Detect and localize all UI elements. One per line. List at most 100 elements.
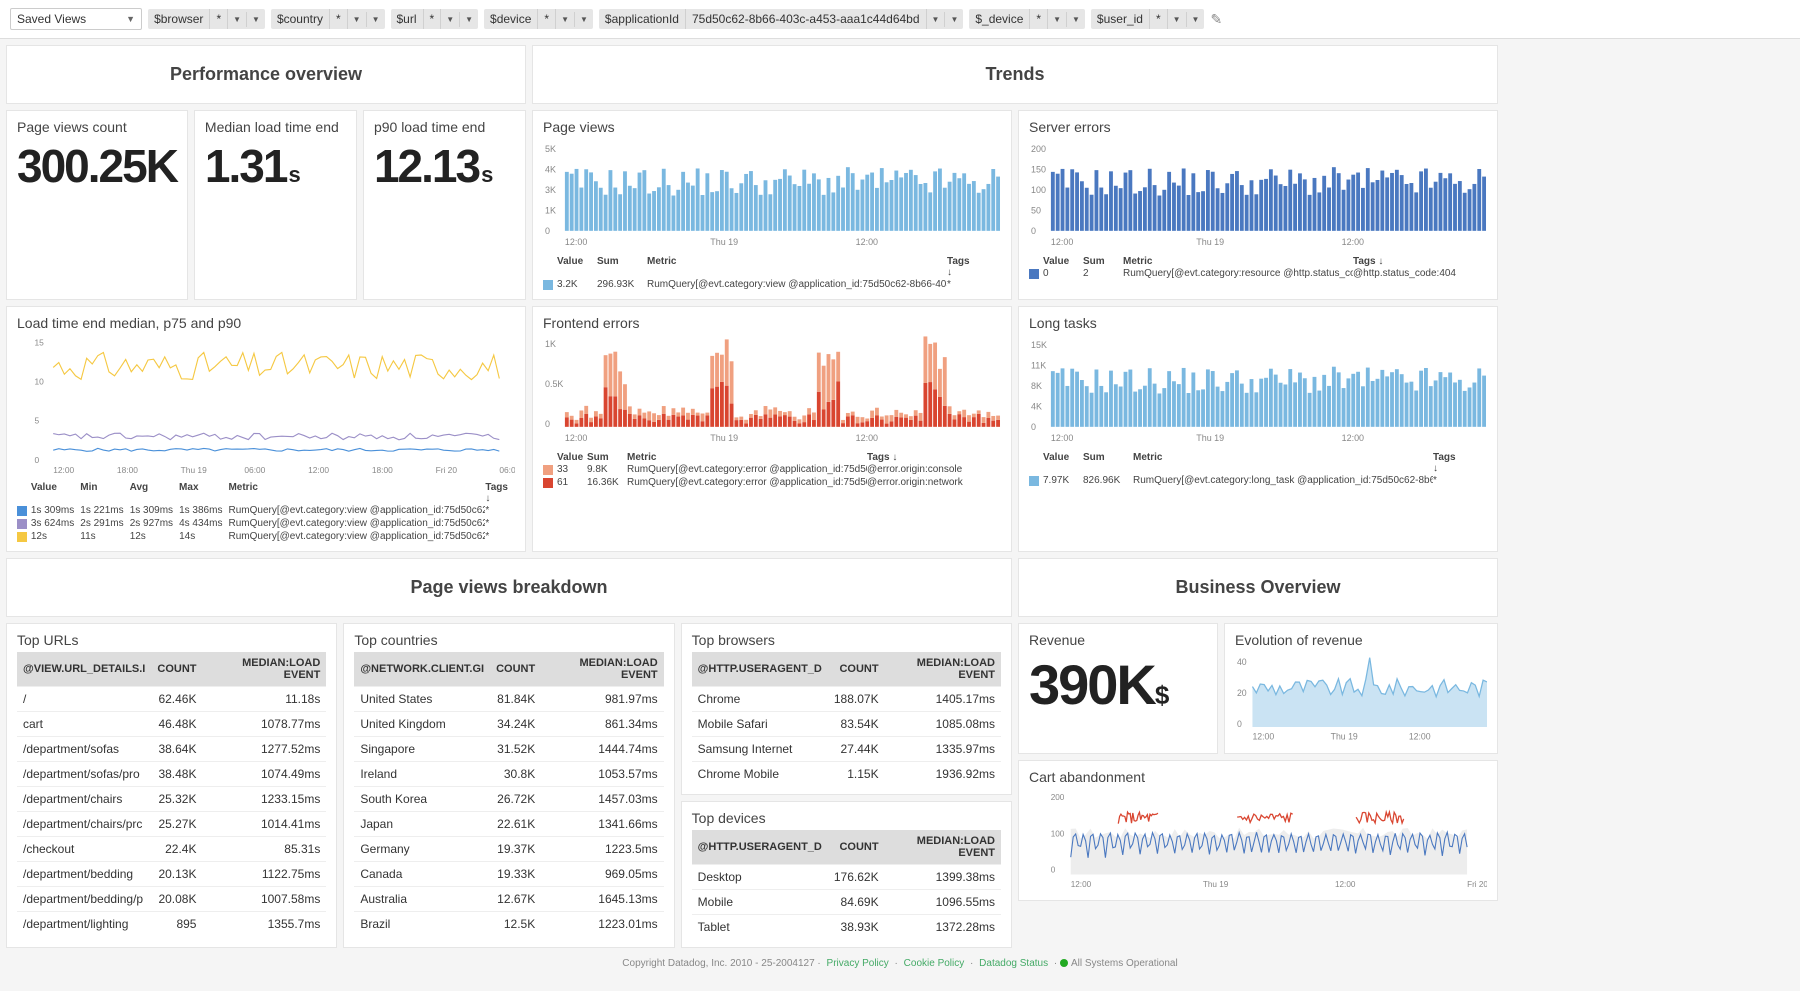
card-title: Top browsers bbox=[692, 632, 1001, 648]
chevron-down-icon: ▼ bbox=[126, 14, 135, 24]
svg-text:12:00: 12:00 bbox=[1252, 732, 1274, 742]
bar-chart: 15K11K8K4K012:00Thu 1912:00Fri 20 bbox=[1029, 335, 1487, 445]
filter-pill[interactable]: $applicationId75d50c62-8b66-403c-a453-aa… bbox=[599, 9, 963, 29]
svg-text:12:00: 12:00 bbox=[53, 465, 74, 475]
svg-text:0: 0 bbox=[35, 455, 40, 465]
card-title: Revenue bbox=[1029, 632, 1207, 648]
svg-text:0: 0 bbox=[545, 419, 550, 429]
kpi-revenue[interactable]: Revenue 390K$ bbox=[1018, 623, 1218, 754]
kpi-unit: s bbox=[481, 162, 491, 187]
svg-text:Thu 19: Thu 19 bbox=[1196, 433, 1224, 443]
section-performance: Performance overview bbox=[6, 45, 526, 104]
chart-revenue-evolution[interactable]: Evolution of revenue 4020012:00Thu 1912:… bbox=[1224, 623, 1498, 754]
svg-text:12:00: 12:00 bbox=[856, 433, 878, 443]
filter-pill[interactable]: $user_id*▼▼ bbox=[1091, 9, 1205, 29]
svg-text:Thu 19: Thu 19 bbox=[1203, 880, 1229, 889]
kpi-p90-load[interactable]: p90 load time end 12.13s bbox=[363, 110, 526, 300]
saved-views-label: Saved Views bbox=[17, 12, 86, 26]
kpi-value: 12.13 bbox=[374, 140, 479, 192]
card-title: Server errors bbox=[1029, 119, 1487, 135]
table-top-devices[interactable]: Top devices @HTTP.USERAGENT_DCOUNTMEDIAN… bbox=[681, 801, 1012, 948]
svg-text:8K: 8K bbox=[1031, 381, 1042, 391]
kpi-unit: s bbox=[288, 162, 298, 187]
svg-text:0: 0 bbox=[1031, 422, 1036, 432]
svg-text:5: 5 bbox=[35, 416, 40, 426]
svg-text:0: 0 bbox=[1051, 866, 1056, 875]
filter-bar: Saved Views ▼ $browser*▼▼ $country*▼▼ $url… bbox=[0, 0, 1800, 39]
kpi-value: 390K bbox=[1029, 653, 1155, 716]
svg-text:20: 20 bbox=[1237, 688, 1247, 698]
chart-page-views[interactable]: Page views 5K4K3K1K012:00Thu 1912:00Fri … bbox=[532, 110, 1012, 300]
card-title: Long tasks bbox=[1029, 315, 1487, 331]
svg-text:Thu 19: Thu 19 bbox=[181, 465, 207, 475]
svg-text:15: 15 bbox=[35, 337, 45, 347]
svg-text:12:00: 12:00 bbox=[1342, 433, 1364, 443]
svg-text:0: 0 bbox=[545, 226, 550, 236]
status-link[interactable]: Datadog Status bbox=[979, 958, 1048, 969]
svg-text:50: 50 bbox=[1031, 205, 1041, 215]
svg-text:0: 0 bbox=[1031, 226, 1036, 236]
line-chart: 200100012:00Thu 1912:00Fri 20 bbox=[1029, 789, 1487, 889]
status-text: All Systems Operational bbox=[1071, 958, 1178, 969]
svg-text:12:00: 12:00 bbox=[1342, 237, 1364, 247]
kpi-page-views[interactable]: Page views count 300.25K bbox=[6, 110, 188, 300]
svg-text:0: 0 bbox=[1237, 719, 1242, 729]
line-chart: 15105012:0018:00Thu 1906:0012:0018:00Fri… bbox=[17, 335, 515, 475]
chart-cart-abandonment[interactable]: Cart abandonment 200100012:00Thu 1912:00… bbox=[1018, 760, 1498, 901]
svg-text:Thu 19: Thu 19 bbox=[1331, 732, 1358, 742]
svg-text:5K: 5K bbox=[545, 144, 556, 154]
edit-icon[interactable]: ✎ bbox=[1210, 11, 1222, 28]
svg-text:18:00: 18:00 bbox=[117, 465, 138, 475]
kpi-title: p90 load time end bbox=[374, 119, 515, 135]
saved-views-dropdown[interactable]: Saved Views ▼ bbox=[10, 8, 142, 30]
svg-text:Thu 19: Thu 19 bbox=[710, 433, 738, 443]
chart-server-errors[interactable]: Server errors 20015010050012:00Thu 1912:… bbox=[1018, 110, 1498, 300]
cookie-link[interactable]: Cookie Policy bbox=[904, 958, 965, 969]
filter-pill[interactable]: $url*▼▼ bbox=[391, 9, 479, 29]
section-trends: Trends bbox=[532, 45, 1498, 104]
filter-pill[interactable]: $browser*▼▼ bbox=[148, 9, 265, 29]
bar-chart: 20015010050012:00Thu 1912:00Fri 20 bbox=[1029, 139, 1487, 249]
section-breakdown: Page views breakdown bbox=[6, 558, 1012, 617]
svg-text:1K: 1K bbox=[545, 205, 556, 215]
bar-chart: 5K4K3K1K012:00Thu 1912:00Fri 20 bbox=[543, 139, 1001, 249]
chart-long-tasks[interactable]: Long tasks 15K11K8K4K012:00Thu 1912:00Fr… bbox=[1018, 306, 1498, 552]
kpi-unit: $ bbox=[1155, 680, 1167, 710]
footer: Copyright Datadog, Inc. 2010 - 25-200412… bbox=[0, 954, 1800, 973]
kpi-median-load[interactable]: Median load time end 1.31s bbox=[194, 110, 357, 300]
chart-load-time[interactable]: Load time end median, p75 and p90 151050… bbox=[6, 306, 526, 552]
svg-text:18:00: 18:00 bbox=[372, 465, 393, 475]
filter-pill[interactable]: $country*▼▼ bbox=[271, 9, 385, 29]
section-business: Business Overview bbox=[1018, 558, 1498, 617]
svg-text:1K: 1K bbox=[545, 339, 556, 349]
kpi-value: 1.31 bbox=[205, 140, 287, 192]
filter-pill[interactable]: $_device*▼▼ bbox=[969, 9, 1085, 29]
table-top-browsers[interactable]: Top browsers @HTTP.USERAGENT_DCOUNTMEDIA… bbox=[681, 623, 1012, 795]
svg-text:12:00: 12:00 bbox=[1335, 880, 1356, 889]
copyright: Copyright Datadog, Inc. 2010 - 25-200412… bbox=[622, 958, 814, 969]
svg-text:12:00: 12:00 bbox=[1051, 433, 1073, 443]
filter-pill[interactable]: $device*▼▼ bbox=[484, 9, 593, 29]
card-title: Cart abandonment bbox=[1029, 769, 1487, 785]
svg-text:12:00: 12:00 bbox=[1409, 732, 1431, 742]
svg-text:12:00: 12:00 bbox=[1051, 237, 1073, 247]
table-top-urls[interactable]: Top URLs @VIEW.URL_DETAILS.ICOUNTMEDIAN:… bbox=[6, 623, 337, 948]
svg-text:40: 40 bbox=[1237, 657, 1247, 667]
chart-frontend-errors[interactable]: Frontend errors 1K0.5K012:00Thu 1912:00F… bbox=[532, 306, 1012, 552]
card-title: Top devices bbox=[692, 810, 1001, 826]
svg-text:12:00: 12:00 bbox=[565, 237, 587, 247]
svg-text:4K: 4K bbox=[545, 165, 556, 175]
table-top-countries[interactable]: Top countries @NETWORK.CLIENT.GICOUNTMED… bbox=[343, 623, 674, 948]
card-title: Frontend errors bbox=[543, 315, 1001, 331]
card-title: Top countries bbox=[354, 632, 663, 648]
svg-text:12:00: 12:00 bbox=[565, 433, 587, 443]
kpi-title: Median load time end bbox=[205, 119, 346, 135]
card-title: Page views bbox=[543, 119, 1001, 135]
svg-text:06:00: 06:00 bbox=[499, 465, 515, 475]
bar-chart: 1K0.5K012:00Thu 1912:00Fri 20 bbox=[543, 335, 1001, 445]
kpi-value: 300.25K bbox=[17, 140, 177, 192]
privacy-link[interactable]: Privacy Policy bbox=[827, 958, 889, 969]
card-title: Load time end median, p75 and p90 bbox=[17, 315, 515, 331]
svg-text:06:00: 06:00 bbox=[244, 465, 265, 475]
card-title: Top URLs bbox=[17, 632, 326, 648]
